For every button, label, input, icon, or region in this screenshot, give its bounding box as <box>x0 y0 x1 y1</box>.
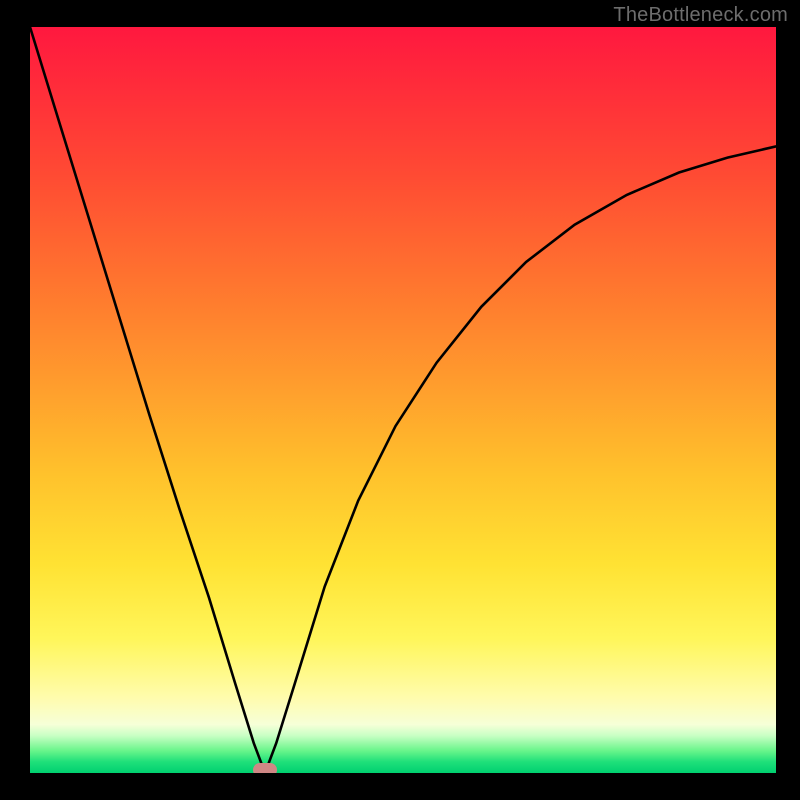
optimal-marker <box>253 763 277 773</box>
chart-frame: TheBottleneck.com <box>0 0 800 800</box>
curve-svg <box>30 27 776 773</box>
bottleneck-curve <box>30 27 776 773</box>
watermark-text: TheBottleneck.com <box>613 4 788 27</box>
plot-area <box>30 27 776 773</box>
